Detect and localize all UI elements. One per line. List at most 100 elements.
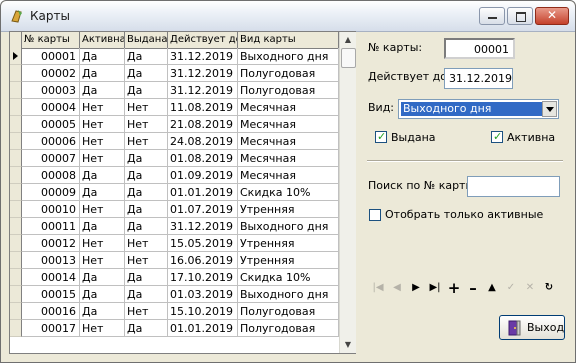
table-row[interactable]: 00009 Да Да 01.01.2019 Скидка 10% xyxy=(10,184,339,201)
table-row[interactable]: 00013 Нет Нет 16.06.2019 Утренняя xyxy=(10,252,339,269)
cell-card-num[interactable]: 00008 xyxy=(22,167,80,184)
column-header-card-type[interactable]: Вид карты xyxy=(238,32,339,48)
cell-issued[interactable]: Да xyxy=(125,201,168,218)
cell-issued[interactable]: Да xyxy=(125,167,168,184)
cell-valid-until[interactable]: 01.01.2019 xyxy=(168,320,238,337)
cell-issued[interactable]: Да xyxy=(125,286,168,303)
nav-first-icon[interactable]: |◀ xyxy=(370,280,386,296)
cards-grid[interactable]: № карты Активна Выдана Действует до Вид … xyxy=(9,31,356,354)
table-row[interactable]: 00008 Да Да 01.09.2019 Месячная xyxy=(10,167,339,184)
cell-issued[interactable]: Нет xyxy=(125,99,168,116)
cell-valid-until[interactable]: 01.09.2019 xyxy=(168,167,238,184)
cell-card-num[interactable]: 00009 xyxy=(22,184,80,201)
table-row[interactable]: 00012 Нет Нет 15.05.2019 Утренняя xyxy=(10,235,339,252)
cell-card-type[interactable]: Полугодовая xyxy=(238,82,339,99)
nav-next-icon[interactable]: ▶ xyxy=(408,280,424,296)
only-active-checkbox[interactable] xyxy=(369,209,381,221)
cell-valid-until[interactable]: 11.08.2019 xyxy=(168,99,238,116)
cell-issued[interactable]: Нет xyxy=(125,133,168,150)
table-row[interactable]: 00011 Да Да 31.12.2019 Выходного дня xyxy=(10,218,339,235)
row-indicator[interactable] xyxy=(10,269,22,286)
cell-card-type[interactable]: Месячная xyxy=(238,167,339,184)
cell-card-type[interactable]: Утренняя xyxy=(238,252,339,269)
cell-active[interactable]: Да xyxy=(80,48,125,65)
row-indicator[interactable] xyxy=(10,65,22,82)
cell-valid-until[interactable]: 31.12.2019 xyxy=(168,48,238,65)
cell-card-type[interactable]: Месячная xyxy=(238,99,339,116)
cell-valid-until[interactable]: 24.08.2019 xyxy=(168,133,238,150)
card-type-select[interactable]: Выходного дня xyxy=(398,99,559,119)
cell-card-type[interactable]: Утренняя xyxy=(238,235,339,252)
row-indicator[interactable] xyxy=(10,48,22,65)
cell-valid-until[interactable]: 16.06.2019 xyxy=(168,252,238,269)
cell-card-type[interactable]: Полугодовая xyxy=(238,65,339,82)
table-row[interactable]: 00017 Нет Да 01.01.2019 Полугодовая xyxy=(10,320,339,337)
table-row[interactable]: 00005 Нет Нет 21.08.2019 Месячная xyxy=(10,116,339,133)
cell-issued[interactable]: Нет xyxy=(125,303,168,320)
nav-edit-icon[interactable]: ▲ xyxy=(484,280,500,296)
row-indicator[interactable] xyxy=(10,286,22,303)
row-indicator[interactable] xyxy=(10,320,22,337)
cell-valid-until[interactable]: 01.08.2019 xyxy=(168,150,238,167)
cell-card-num[interactable]: 00003 xyxy=(22,82,80,99)
cell-card-num[interactable]: 00007 xyxy=(22,150,80,167)
cell-card-num[interactable]: 00011 xyxy=(22,218,80,235)
vertical-scrollbar[interactable]: ▲ ▼ xyxy=(339,32,356,353)
cell-active[interactable]: Нет xyxy=(80,133,125,150)
cell-active[interactable]: Да xyxy=(80,82,125,99)
cell-active[interactable]: Да xyxy=(80,65,125,82)
maximize-button[interactable] xyxy=(507,7,533,25)
column-header-active[interactable]: Активна xyxy=(80,32,125,48)
cell-issued[interactable]: Да xyxy=(125,184,168,201)
exit-button[interactable]: Выход xyxy=(499,315,565,340)
cell-issued[interactable]: Да xyxy=(125,48,168,65)
cell-active[interactable]: Нет xyxy=(80,320,125,337)
table-row[interactable]: 00004 Нет Нет 11.08.2019 Месячная xyxy=(10,99,339,116)
cell-card-type[interactable]: Месячная xyxy=(238,116,339,133)
table-row[interactable]: 00007 Нет Да 01.08.2019 Месячная xyxy=(10,150,339,167)
cell-card-type[interactable]: Выходного дня xyxy=(238,48,339,65)
row-indicator[interactable] xyxy=(10,303,22,320)
row-indicator[interactable] xyxy=(10,184,22,201)
cell-issued[interactable]: Нет xyxy=(125,116,168,133)
cell-valid-until[interactable]: 17.10.2019 xyxy=(168,269,238,286)
cell-issued[interactable]: Да xyxy=(125,65,168,82)
table-row[interactable]: 00003 Да Да 31.12.2019 Полугодовая xyxy=(10,82,339,99)
cell-card-type[interactable]: Утренняя xyxy=(238,201,339,218)
nav-refresh-icon[interactable]: ↻ xyxy=(541,280,557,296)
cell-active[interactable]: Нет xyxy=(80,150,125,167)
table-row[interactable]: 00001 Да Да 31.12.2019 Выходного дня xyxy=(10,48,339,65)
cell-card-type[interactable]: Скидка 10% xyxy=(238,184,339,201)
row-indicator[interactable] xyxy=(10,116,22,133)
cell-card-num[interactable]: 00006 xyxy=(22,133,80,150)
cell-active[interactable]: Нет xyxy=(80,235,125,252)
cell-valid-until[interactable]: 15.05.2019 xyxy=(168,235,238,252)
row-indicator[interactable] xyxy=(10,218,22,235)
cell-card-num[interactable]: 00012 xyxy=(22,235,80,252)
cell-active[interactable]: Нет xyxy=(80,99,125,116)
nav-cancel-icon[interactable]: ✕ xyxy=(522,280,538,296)
table-row[interactable]: 00014 Да Да 17.10.2019 Скидка 10% xyxy=(10,269,339,286)
cell-valid-until[interactable]: 01.01.2019 xyxy=(168,184,238,201)
cell-card-num[interactable]: 00010 xyxy=(22,201,80,218)
valid-until-field[interactable]: 31.12.2019 xyxy=(444,68,513,89)
cell-valid-until[interactable]: 21.08.2019 xyxy=(168,116,238,133)
issued-checkbox[interactable]: ✓ xyxy=(375,130,387,143)
cell-active[interactable]: Да xyxy=(80,269,125,286)
cell-active[interactable]: Да xyxy=(80,303,125,320)
cell-issued[interactable]: Нет xyxy=(125,235,168,252)
cell-active[interactable]: Нет xyxy=(80,116,125,133)
row-indicator[interactable] xyxy=(10,252,22,269)
cell-issued[interactable]: Да xyxy=(125,218,168,235)
table-row[interactable]: 00002 Да Да 31.12.2019 Полугодовая xyxy=(10,65,339,82)
cell-valid-until[interactable]: 01.07.2019 xyxy=(168,201,238,218)
cell-card-type[interactable]: Месячная xyxy=(238,150,339,167)
row-indicator[interactable] xyxy=(10,201,22,218)
cell-card-num[interactable]: 00002 xyxy=(22,65,80,82)
cell-card-type[interactable]: Полугодовая xyxy=(238,303,339,320)
card-num-field[interactable]: 00001 xyxy=(444,38,515,59)
nav-last-icon[interactable]: ▶| xyxy=(427,280,443,296)
cell-card-type[interactable]: Выходного дня xyxy=(238,218,339,235)
title-bar[interactable]: Карты ✕ xyxy=(1,1,575,32)
cell-card-num[interactable]: 00015 xyxy=(22,286,80,303)
